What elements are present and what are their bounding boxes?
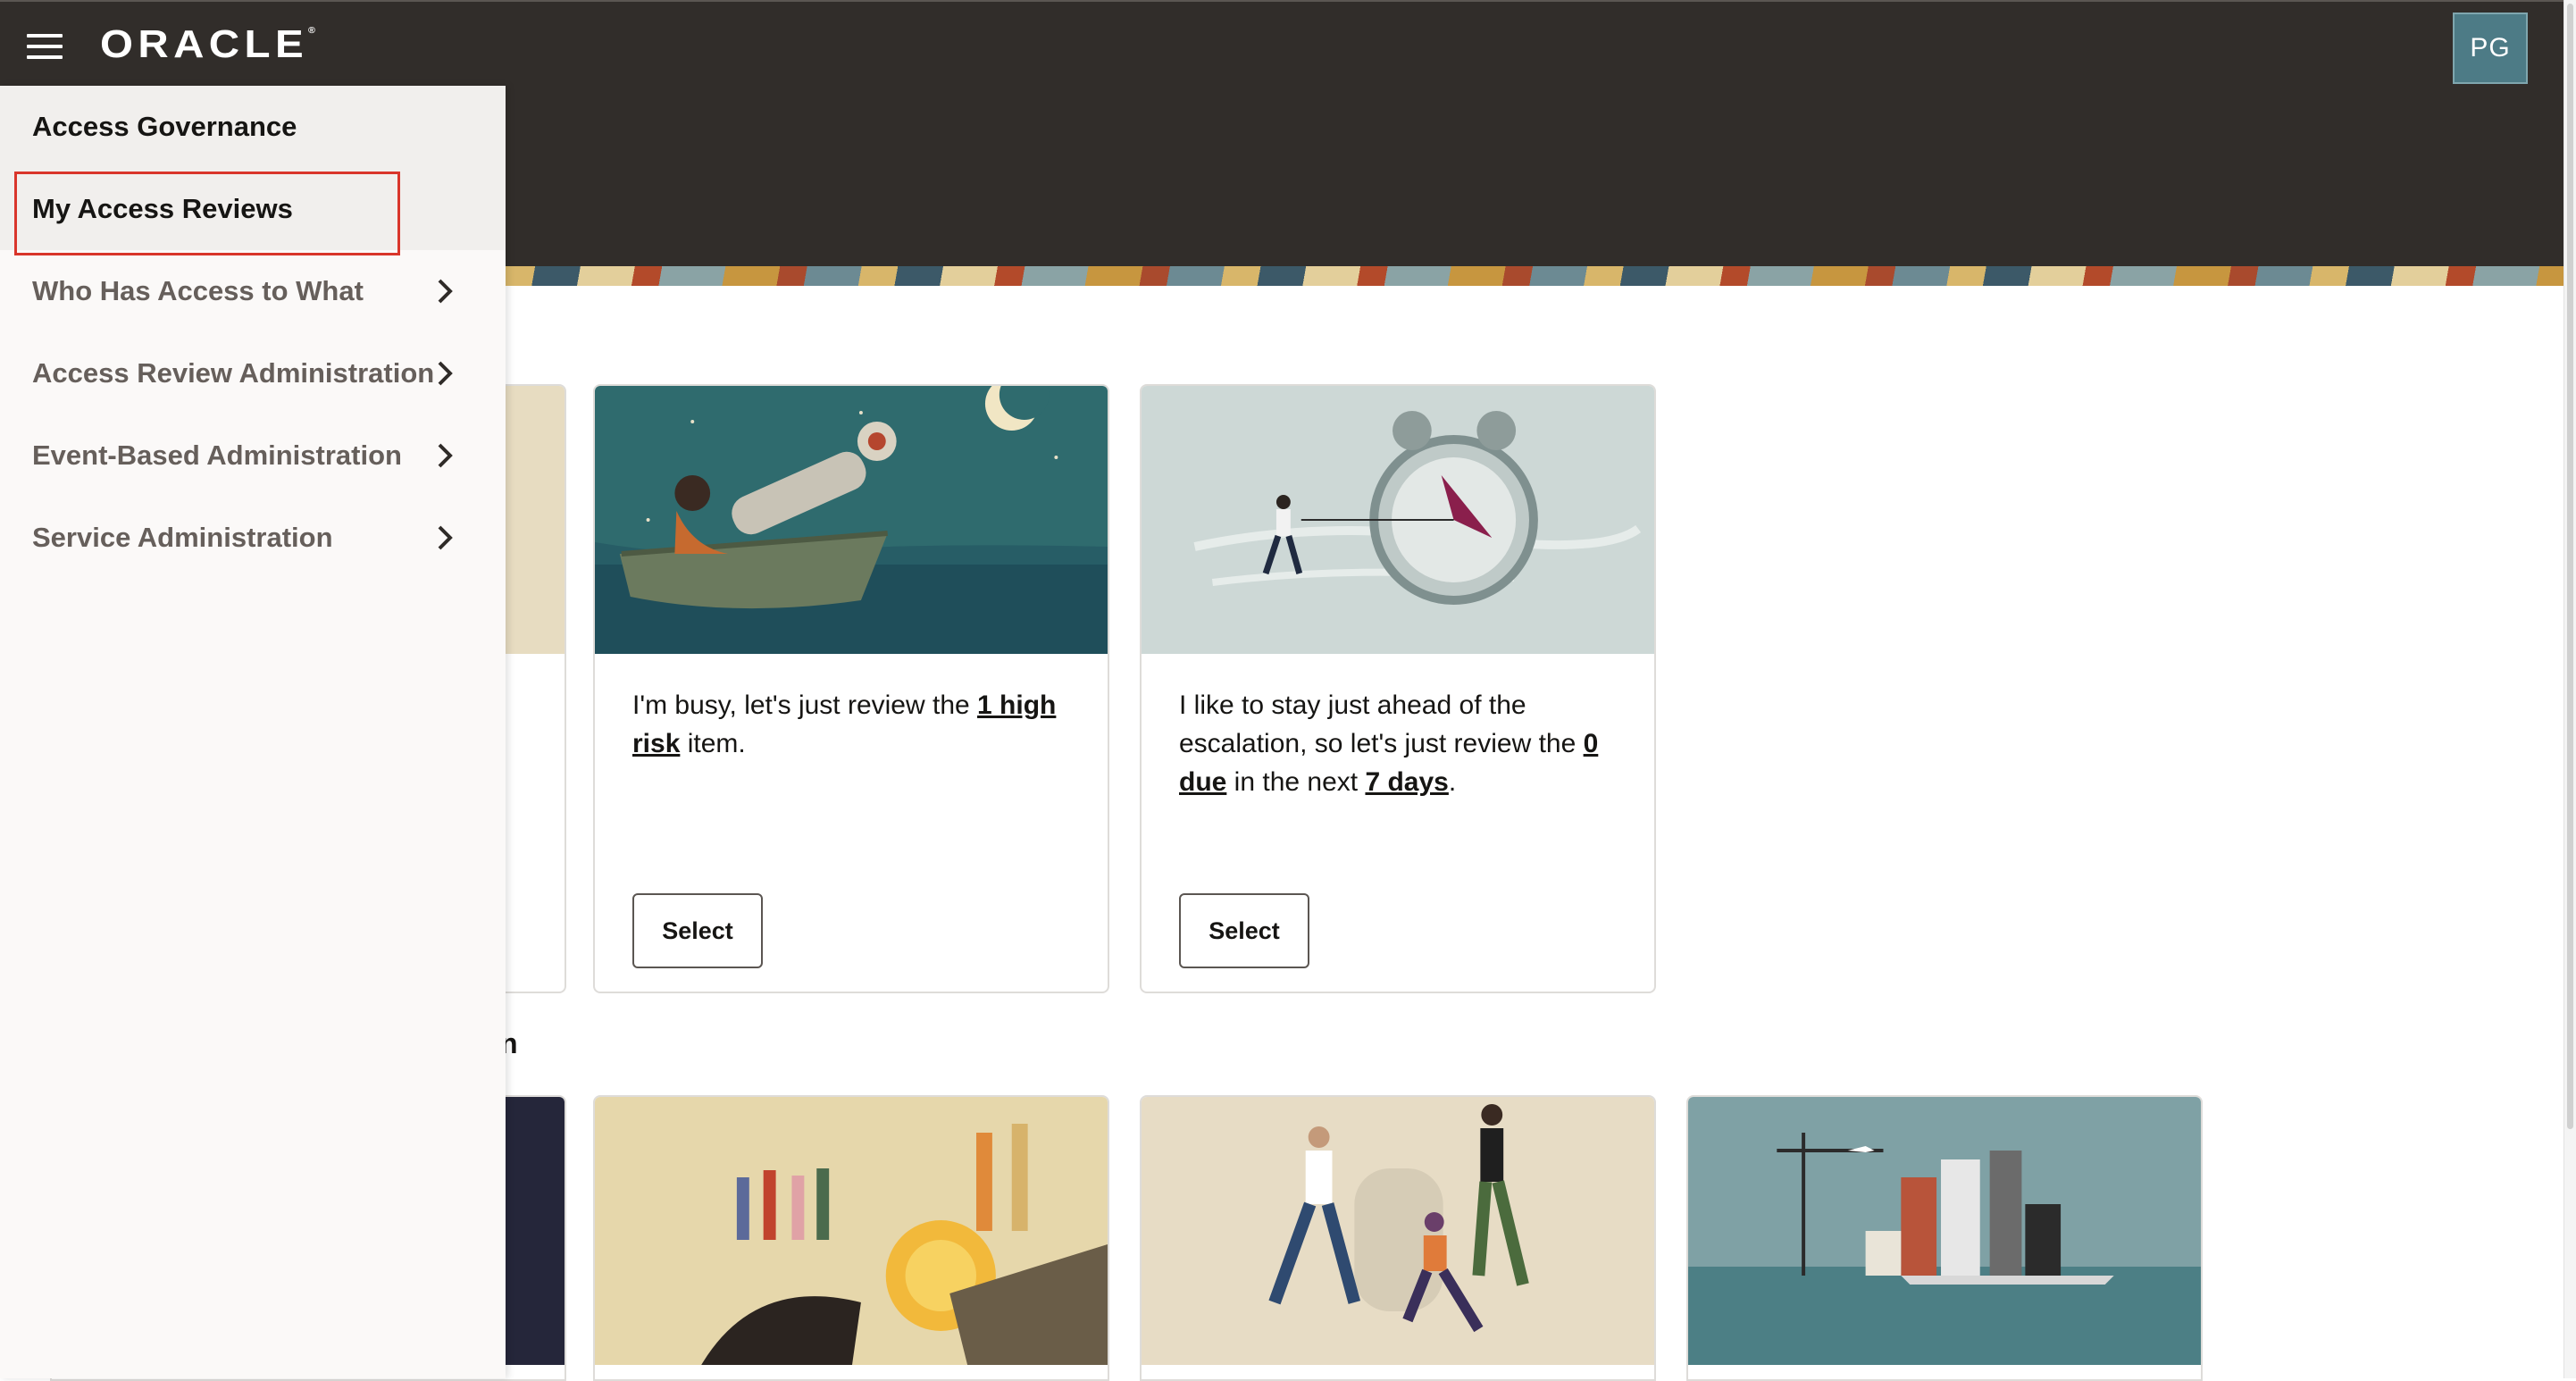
top-bar: ORACLE® PG [0, 0, 2563, 88]
review-option-card [1140, 1095, 1656, 1381]
telescope-boat-illustration [595, 386, 1108, 654]
card-description: I'm busy, let's just review the 1 high r… [632, 690, 1057, 758]
select-button[interactable]: Select [1179, 893, 1309, 968]
nav-item-who-has-access-to-what[interactable]: Who Has Access to What [0, 250, 506, 332]
card-description: I like to stay just ahead of the escalat… [1179, 690, 1599, 797]
user-avatar[interactable]: PG [2453, 13, 2528, 84]
alarm-clock-illustration [1142, 386, 1654, 654]
chevron-right-icon [438, 361, 453, 386]
nav-item-my-access-reviews[interactable]: My Access Reviews [0, 168, 506, 250]
nav-item-label: Access Review Administration [32, 357, 435, 389]
hamburger-menu-icon[interactable] [27, 34, 63, 59]
nav-item-label: My Access Reviews [32, 193, 293, 224]
nav-section-title[interactable]: Access Governance [0, 86, 506, 168]
nav-item-event-based-administration[interactable]: Event-Based Administration [0, 414, 506, 497]
scrollbar-thumb[interactable] [2567, 4, 2573, 1129]
select-button[interactable]: Select [632, 893, 763, 968]
chevron-right-icon [438, 443, 453, 468]
review-option-card: I like to stay just ahead of the escalat… [1140, 384, 1656, 993]
review-option-card [1686, 1095, 2203, 1381]
oracle-logo[interactable]: ORACLE® [100, 25, 315, 64]
nav-item-service-administration[interactable]: Service Administration [0, 497, 506, 579]
review-option-card [593, 1095, 1109, 1381]
team-lifting-illustration [1142, 1097, 1654, 1365]
review-option-card: I'm busy, let's just review the 1 high r… [593, 384, 1109, 993]
nav-item-access-review-administration[interactable]: Access Review Administration [0, 332, 506, 414]
city-skyline-illustration [1688, 1097, 2201, 1365]
chevron-right-icon [438, 279, 453, 304]
group-cliff-illustration [595, 1097, 1108, 1365]
days-link[interactable]: 7 days [1365, 767, 1448, 797]
chevron-right-icon [438, 525, 453, 550]
page-scrollbar[interactable] [2563, 0, 2576, 1378]
nav-item-label: Event-Based Administration [32, 439, 402, 471]
navigation-drawer: Access Governance My Access Reviews Who … [0, 86, 506, 1378]
nav-item-label: Service Administration [32, 522, 333, 553]
nav-item-label: Who Has Access to What [32, 275, 364, 306]
